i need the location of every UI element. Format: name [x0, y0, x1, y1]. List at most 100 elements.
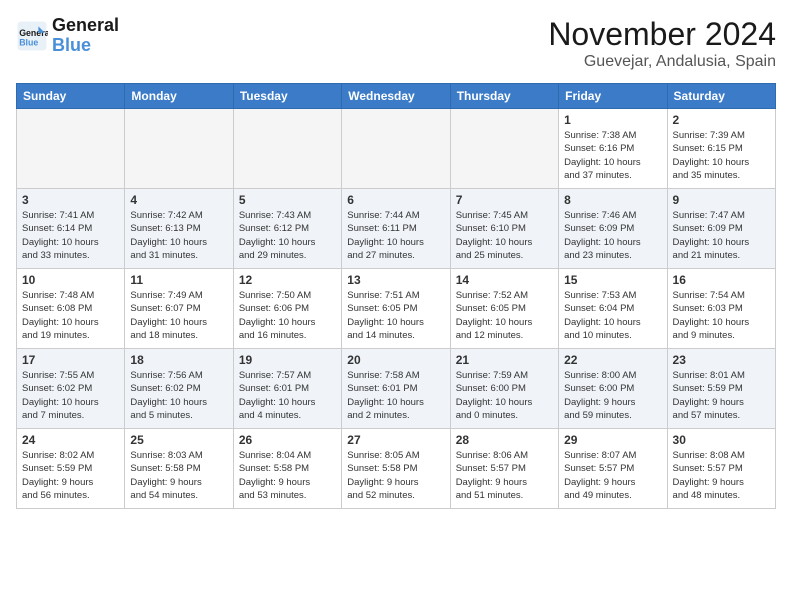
weekday-header: Saturday: [667, 84, 775, 109]
day-number: 24: [22, 433, 119, 447]
weekday-header-row: SundayMondayTuesdayWednesdayThursdayFrid…: [17, 84, 776, 109]
calendar-cell: 5Sunrise: 7:43 AM Sunset: 6:12 PM Daylig…: [233, 189, 341, 269]
calendar-cell: [17, 109, 125, 189]
day-number: 29: [564, 433, 661, 447]
day-info: Sunrise: 8:00 AM Sunset: 6:00 PM Dayligh…: [564, 369, 661, 422]
calendar-cell: [450, 109, 558, 189]
day-info: Sunrise: 7:41 AM Sunset: 6:14 PM Dayligh…: [22, 209, 119, 262]
calendar-cell: 28 Sunrise: 8:06 AM Sunset: 5:57 PM Dayli…: [450, 429, 558, 509]
calendar-cell: 26Sunrise: 8:04 AM Sunset: 5:58 PM Dayli…: [233, 429, 341, 509]
day-info: Sunrise: 7:44 AM Sunset: 6:11 PM Dayligh…: [347, 209, 444, 262]
logo-text: GeneralBlue: [52, 16, 119, 56]
day-info: Sunrise: 8:07 AM Sunset: 5:57 PM Dayligh…: [564, 449, 661, 502]
day-info: Sunrise: 8:01 AM Sunset: 5:59 PM Dayligh…: [673, 369, 770, 422]
day-info: Sunrise: 7:54 AM Sunset: 6:03 PM Dayligh…: [673, 289, 770, 342]
calendar-cell: 22 Sunrise: 8:00 AM Sunset: 6:00 PM Dayli…: [559, 349, 667, 429]
day-info: Sunrise: 7:47 AM Sunset: 6:09 PM Dayligh…: [673, 209, 770, 262]
calendar-cell: 15 Sunrise: 7:53 AM Sunset: 6:04 PM Dayli…: [559, 269, 667, 349]
day-info: Sunrise: 7:38 AM Sunset: 6:16 PM Dayligh…: [564, 129, 661, 182]
calendar-cell: [125, 109, 233, 189]
day-info: Sunrise: 8:05 AM Sunset: 5:58 PM Dayligh…: [347, 449, 444, 502]
calendar-cell: 9 Sunrise: 7:47 AM Sunset: 6:09 PM Daylig…: [667, 189, 775, 269]
day-info: Sunrise: 8:03 AM Sunset: 5:58 PM Dayligh…: [130, 449, 227, 502]
day-number: 25: [130, 433, 227, 447]
calendar-cell: 18 Sunrise: 7:56 AM Sunset: 6:02 PM Dayli…: [125, 349, 233, 429]
day-number: 19: [239, 353, 336, 367]
calendar-cell: 30Sunrise: 8:08 AM Sunset: 5:57 PM Dayli…: [667, 429, 775, 509]
day-number: 9: [673, 193, 770, 207]
calendar-week-row: 24 Sunrise: 8:02 AM Sunset: 5:59 PM Dayli…: [17, 429, 776, 509]
day-number: 28: [456, 433, 553, 447]
day-info: Sunrise: 7:55 AM Sunset: 6:02 PM Dayligh…: [22, 369, 119, 422]
day-info: Sunrise: 7:39 AM Sunset: 6:15 PM Dayligh…: [673, 129, 770, 182]
day-info: Sunrise: 7:56 AM Sunset: 6:02 PM Dayligh…: [130, 369, 227, 422]
calendar-cell: 2 Sunrise: 7:39 AM Sunset: 6:15 PM Daylig…: [667, 109, 775, 189]
page-header: General Blue GeneralBlue November 2024 G…: [16, 16, 776, 71]
calendar-cell: [233, 109, 341, 189]
weekday-header: Monday: [125, 84, 233, 109]
day-info: Sunrise: 7:52 AM Sunset: 6:05 PM Dayligh…: [456, 289, 553, 342]
calendar-cell: 17 Sunrise: 7:55 AM Sunset: 6:02 PM Dayli…: [17, 349, 125, 429]
day-info: Sunrise: 7:59 AM Sunset: 6:00 PM Dayligh…: [456, 369, 553, 422]
day-number: 22: [564, 353, 661, 367]
day-info: Sunrise: 8:02 AM Sunset: 5:59 PM Dayligh…: [22, 449, 119, 502]
calendar-cell: 19 Sunrise: 7:57 AM Sunset: 6:01 PM Dayli…: [233, 349, 341, 429]
calendar-cell: 13 Sunrise: 7:51 AM Sunset: 6:05 PM Dayli…: [342, 269, 450, 349]
weekday-header: Sunday: [17, 84, 125, 109]
calendar-cell: 20Sunrise: 7:58 AM Sunset: 6:01 PM Dayli…: [342, 349, 450, 429]
calendar-week-row: 1 Sunrise: 7:38 AM Sunset: 6:16 PM Daylig…: [17, 109, 776, 189]
day-number: 1: [564, 113, 661, 127]
calendar-cell: 4 Sunrise: 7:42 AM Sunset: 6:13 PM Daylig…: [125, 189, 233, 269]
calendar-week-row: 17 Sunrise: 7:55 AM Sunset: 6:02 PM Dayli…: [17, 349, 776, 429]
day-number: 14: [456, 273, 553, 287]
day-number: 21: [456, 353, 553, 367]
calendar-cell: 12 Sunrise: 7:50 AM Sunset: 6:06 PM Dayli…: [233, 269, 341, 349]
calendar-cell: 21 Sunrise: 7:59 AM Sunset: 6:00 PM Dayli…: [450, 349, 558, 429]
day-info: Sunrise: 7:49 AM Sunset: 6:07 PM Dayligh…: [130, 289, 227, 342]
calendar-cell: 25 Sunrise: 8:03 AM Sunset: 5:58 PM Dayli…: [125, 429, 233, 509]
day-info: Sunrise: 7:53 AM Sunset: 6:04 PM Dayligh…: [564, 289, 661, 342]
day-number: 13: [347, 273, 444, 287]
location: Guevejar, Andalusia, Spain: [548, 53, 776, 71]
weekday-header: Friday: [559, 84, 667, 109]
day-info: Sunrise: 7:57 AM Sunset: 6:01 PM Dayligh…: [239, 369, 336, 422]
day-info: Sunrise: 7:51 AM Sunset: 6:05 PM Dayligh…: [347, 289, 444, 342]
day-number: 27: [347, 433, 444, 447]
calendar-table: SundayMondayTuesdayWednesdayThursdayFrid…: [16, 83, 776, 509]
calendar-cell: 14 Sunrise: 7:52 AM Sunset: 6:05 PM Dayli…: [450, 269, 558, 349]
calendar-cell: 1 Sunrise: 7:38 AM Sunset: 6:16 PM Daylig…: [559, 109, 667, 189]
day-number: 2: [673, 113, 770, 127]
day-info: Sunrise: 7:50 AM Sunset: 6:06 PM Dayligh…: [239, 289, 336, 342]
day-number: 6: [347, 193, 444, 207]
calendar-cell: [342, 109, 450, 189]
day-info: Sunrise: 8:06 AM Sunset: 5:57 PM Dayligh…: [456, 449, 553, 502]
day-number: 7: [456, 193, 553, 207]
day-number: 18: [130, 353, 227, 367]
day-info: Sunrise: 8:08 AM Sunset: 5:57 PM Dayligh…: [673, 449, 770, 502]
day-number: 17: [22, 353, 119, 367]
calendar-cell: 3 Sunrise: 7:41 AM Sunset: 6:14 PM Daylig…: [17, 189, 125, 269]
day-number: 20: [347, 353, 444, 367]
calendar-week-row: 3 Sunrise: 7:41 AM Sunset: 6:14 PM Daylig…: [17, 189, 776, 269]
svg-text:General: General: [19, 28, 48, 38]
day-number: 11: [130, 273, 227, 287]
day-info: Sunrise: 7:45 AM Sunset: 6:10 PM Dayligh…: [456, 209, 553, 262]
calendar-cell: 10Sunrise: 7:48 AM Sunset: 6:08 PM Dayli…: [17, 269, 125, 349]
month-title: November 2024: [548, 16, 776, 53]
day-number: 4: [130, 193, 227, 207]
day-number: 3: [22, 193, 119, 207]
calendar-cell: 29 Sunrise: 8:07 AM Sunset: 5:57 PM Dayli…: [559, 429, 667, 509]
logo-icon: General Blue: [16, 20, 48, 52]
day-number: 15: [564, 273, 661, 287]
weekday-header: Thursday: [450, 84, 558, 109]
calendar-week-row: 10Sunrise: 7:48 AM Sunset: 6:08 PM Dayli…: [17, 269, 776, 349]
calendar-cell: 27 Sunrise: 8:05 AM Sunset: 5:58 PM Dayli…: [342, 429, 450, 509]
day-number: 10: [22, 273, 119, 287]
day-number: 12: [239, 273, 336, 287]
day-number: 5: [239, 193, 336, 207]
svg-text:Blue: Blue: [19, 37, 38, 47]
day-number: 8: [564, 193, 661, 207]
day-number: 16: [673, 273, 770, 287]
day-info: Sunrise: 7:42 AM Sunset: 6:13 PM Dayligh…: [130, 209, 227, 262]
calendar-cell: 16 Sunrise: 7:54 AM Sunset: 6:03 PM Dayli…: [667, 269, 775, 349]
